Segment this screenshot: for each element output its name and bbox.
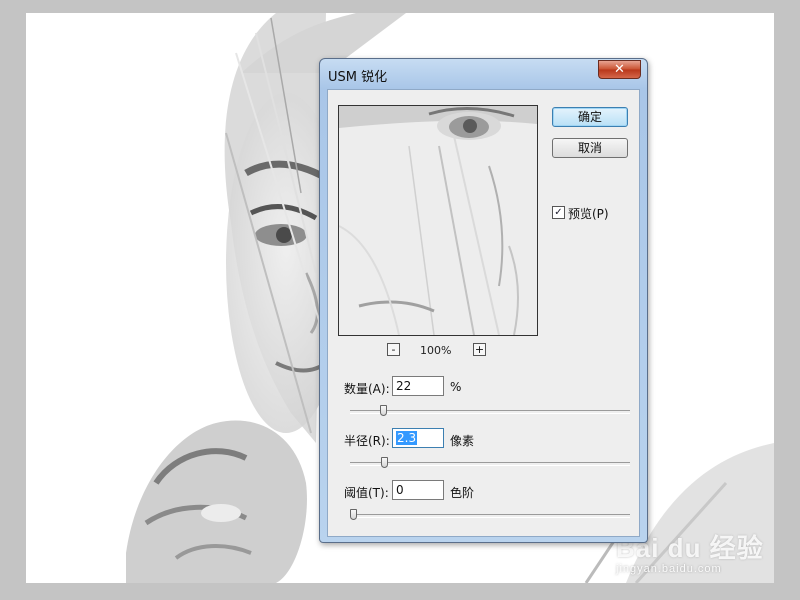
- watermark-url: jingyan.baidu.com: [616, 563, 722, 575]
- amount-label: 数量(A):: [344, 382, 390, 396]
- amount-slider[interactable]: [350, 405, 630, 416]
- threshold-unit: 色阶: [450, 486, 475, 500]
- radius-slider-thumb[interactable]: [381, 457, 388, 468]
- dialog-titlebar[interactable]: USM 锐化 ✕: [320, 59, 647, 89]
- zoom-out-button[interactable]: -: [387, 343, 400, 356]
- zoom-controls: - 100% +: [328, 343, 548, 359]
- cancel-button[interactable]: 取消: [552, 138, 628, 158]
- amount-input[interactable]: 22: [392, 376, 444, 396]
- preview-window[interactable]: [338, 105, 538, 336]
- usm-sharpen-dialog: USM 锐化 ✕ - 100% + 确定 取消 ✓ 预览(P) 数量(A): 2…: [319, 58, 648, 543]
- amount-unit: %: [450, 380, 462, 394]
- amount-slider-thumb[interactable]: [380, 405, 387, 416]
- radius-label: 半径(R):: [344, 434, 390, 448]
- threshold-input[interactable]: 0: [392, 480, 444, 500]
- ok-button[interactable]: 确定: [552, 107, 628, 127]
- radius-unit: 像素: [450, 434, 475, 448]
- close-icon: ✕: [614, 62, 625, 77]
- threshold-label: 阈值(T):: [344, 486, 389, 500]
- radius-slider[interactable]: [350, 457, 630, 468]
- threshold-slider-thumb[interactable]: [350, 509, 357, 520]
- close-button[interactable]: ✕: [598, 60, 641, 79]
- dialog-title: USM 锐化: [328, 70, 388, 85]
- radius-input-value: 2.3: [396, 431, 418, 445]
- radius-input[interactable]: 2.3: [392, 428, 444, 448]
- dialog-client-area: - 100% + 确定 取消 ✓ 预览(P) 数量(A): 22 % 半径(R)…: [327, 89, 640, 537]
- zoom-level: 100%: [420, 344, 452, 357]
- preview-image: [339, 106, 537, 335]
- photoshop-workspace: Bai du 经验 jingyan.baidu.com USM 锐化 ✕ - 1…: [0, 0, 800, 600]
- preview-checkbox-label: 预览(P): [568, 207, 609, 221]
- preview-checkbox[interactable]: ✓: [552, 206, 565, 219]
- zoom-in-button[interactable]: +: [473, 343, 486, 356]
- threshold-slider[interactable]: [350, 509, 630, 520]
